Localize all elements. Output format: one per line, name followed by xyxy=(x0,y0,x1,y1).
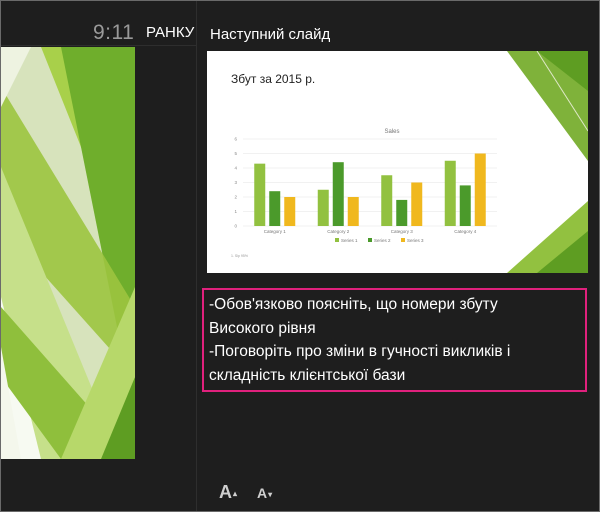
slide-title: Збут за 2015 р. xyxy=(231,72,316,86)
x-tick-label: Category 2 xyxy=(327,229,350,234)
x-tick-label: Category 3 xyxy=(391,229,414,234)
bar xyxy=(459,185,471,226)
chart-title: Sales xyxy=(384,129,399,135)
bar xyxy=(444,160,456,226)
bar xyxy=(474,153,486,226)
bar xyxy=(381,175,393,226)
increase-font-button[interactable]: A▴ xyxy=(219,482,237,503)
legend-label: Series 2 xyxy=(374,238,391,243)
bar xyxy=(284,197,296,226)
font-up-icon: A xyxy=(219,482,232,502)
next-slide-label: Наступний слайд xyxy=(210,26,331,43)
bar xyxy=(317,189,329,226)
divider-vertical xyxy=(196,1,197,511)
clock-ampm: РАНКУ xyxy=(146,24,195,41)
bar xyxy=(396,199,408,226)
caret-up-icon: ▴ xyxy=(233,488,238,498)
notes-line: складність клієнтської бази xyxy=(209,366,406,384)
speaker-notes[interactable]: -Обов'язково поясніть, що номери збуту В… xyxy=(202,288,587,392)
y-tick-label: 6 xyxy=(234,137,237,142)
clock-time: 9:11 xyxy=(93,21,135,44)
legend-label: Series 1 xyxy=(341,238,358,243)
y-tick-label: 5 xyxy=(234,151,237,156)
slide-footer-note: 1. Sip 95% xyxy=(231,254,248,258)
legend-label: Series 3 xyxy=(407,238,424,243)
notes-line: -Обов'язково поясніть, що номери збуту xyxy=(209,296,498,313)
legend-swatch xyxy=(335,238,339,242)
x-tick-label: Category 1 xyxy=(264,229,287,234)
y-tick-label: 1 xyxy=(234,209,237,214)
next-slide-preview[interactable]: Sales 0 1 2 3 4 5 6 Category 1 Category 2 Catego… xyxy=(207,51,588,273)
font-down-icon: A xyxy=(257,485,268,501)
bar xyxy=(269,191,281,226)
bar xyxy=(254,163,266,226)
current-slide[interactable] xyxy=(1,47,135,459)
caret-down-icon: ▾ xyxy=(268,489,273,499)
bar xyxy=(332,162,344,226)
notes-line: Високого рівня xyxy=(209,319,316,337)
y-tick-label: 0 xyxy=(234,224,237,229)
bar xyxy=(347,197,359,226)
current-slide-art xyxy=(1,47,135,459)
y-tick-label: 4 xyxy=(234,166,237,171)
decrease-font-button[interactable]: A▾ xyxy=(257,485,272,501)
y-tick-label: 3 xyxy=(234,180,237,185)
notes-line: -Поговоріть про зміни в гучності викликі… xyxy=(209,343,511,360)
bar xyxy=(411,182,423,226)
x-tick-label: Category 4 xyxy=(454,229,477,234)
legend-swatch xyxy=(401,238,405,242)
legend-swatch xyxy=(368,238,372,242)
divider-horizontal xyxy=(1,45,196,46)
y-tick-label: 2 xyxy=(234,195,237,200)
presenter-view: 9:11 РАНКУ Наступний слайд Sales 0 1 2 3… xyxy=(0,0,600,512)
